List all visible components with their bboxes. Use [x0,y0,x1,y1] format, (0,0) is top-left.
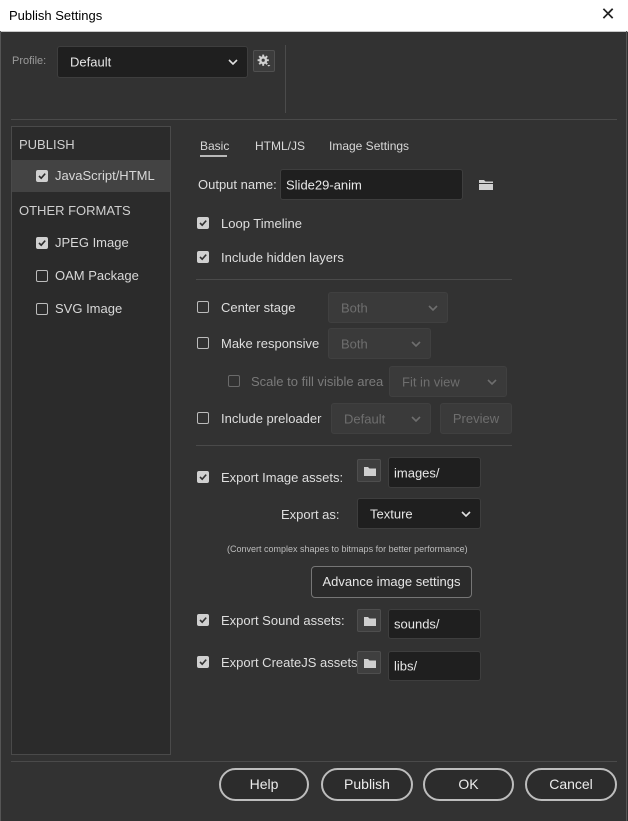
export-image-checkbox[interactable] [197,471,209,483]
output-name-field[interactable]: Slide29-anim [280,169,463,200]
check-icon [199,220,207,227]
sidebar-item-label: OAM Package [55,268,139,283]
export-note: (Convert complex shapes to bitmaps for b… [227,544,468,554]
profile-value: Default [70,54,112,70]
center-stage-checkbox[interactable] [197,301,209,313]
check-icon [199,474,207,481]
preloader-value: Default [344,411,386,426]
profile-options-button[interactable] [253,50,275,72]
javascript-html-checkbox[interactable] [36,170,48,182]
svg-image-checkbox[interactable] [36,303,48,315]
ok-button[interactable]: OK [423,768,514,801]
check-icon [38,240,46,247]
sidebar-item-label: SVG Image [55,301,123,316]
center-stage-label: Center stage [221,300,296,315]
check-icon [38,173,46,180]
gear-icon [257,54,271,67]
export-sound-label: Export Sound assets: [221,613,345,628]
check-icon [199,617,207,624]
top-divider [11,119,617,120]
createjs-path-field[interactable]: libs/ [388,651,481,681]
other-formats-heading: OTHER FORMATS [19,203,131,218]
check-icon [199,254,207,261]
include-preloader-label: Include preloader [221,411,322,426]
sidebar-item-oam-package[interactable]: OAM Package [12,260,170,292]
createjs-path-value: libs/ [394,658,418,674]
sidebar-item-label: JavaScript/HTML [55,168,155,183]
export-as-dropdown[interactable]: Texture [357,498,481,529]
check-icon [199,659,207,666]
publish-heading: PUBLISH [19,137,75,152]
chevron-down-icon [228,59,238,66]
tab-html-js[interactable]: HTML/JS [255,139,305,153]
sound-path-value: sounds/ [394,616,440,632]
preloader-dropdown[interactable]: Default [331,403,431,434]
scale-fill-label: Scale to fill visible area [251,374,384,389]
publish-button[interactable]: Publish [321,768,413,801]
image-folder-button[interactable] [357,459,381,482]
scale-fill-value: Fit in view [402,374,460,389]
window-title: Publish Settings [9,8,103,23]
tab-active-indicator [200,155,227,157]
center-stage-dropdown[interactable]: Both [328,292,448,323]
sound-folder-button[interactable] [357,609,381,632]
oam-package-checkbox[interactable] [36,270,48,282]
tab-basic[interactable]: Basic [200,139,229,153]
profile-divider [285,45,286,113]
sidebar-item-javascript-html[interactable]: JavaScript/HTML [12,160,170,192]
export-createjs-label: Export CreateJS assets: [221,655,362,670]
title-bar: Publish Settings ✕ [0,0,628,32]
export-as-label: Export as: [281,507,340,522]
scale-fill-dropdown[interactable]: Fit in view [389,366,507,397]
export-image-label: Export Image assets: [221,470,344,485]
section-divider [196,445,512,446]
preview-button[interactable]: Preview [440,403,512,434]
chevron-down-icon [411,340,421,347]
cancel-button[interactable]: Cancel [525,768,617,801]
include-preloader-checkbox[interactable] [197,412,209,424]
chevron-down-icon [461,510,471,517]
export-as-value: Texture [370,506,413,521]
loop-timeline-label: Loop Timeline [221,216,302,231]
sidebar-item-svg-image[interactable]: SVG Image [12,293,170,325]
output-name-value: Slide29-anim [286,177,362,192]
folder-icon [364,467,376,476]
tab-image-settings[interactable]: Image Settings [329,139,409,153]
image-path-value: images/ [394,465,440,480]
profile-label: Profile: [12,55,47,67]
help-button[interactable]: Help [219,768,309,801]
chevron-down-icon [487,378,497,385]
image-path-field[interactable]: images/ [388,457,481,488]
profile-dropdown[interactable]: Default [57,46,248,78]
folder-icon [364,659,376,668]
footer-divider [11,761,617,762]
center-stage-value: Both [341,300,368,315]
close-icon[interactable]: ✕ [598,4,618,24]
createjs-folder-button[interactable] [357,651,381,674]
make-responsive-dropdown[interactable]: Both [328,328,431,359]
output-name-label: Output name: [198,177,277,192]
sound-path-field[interactable]: sounds/ [388,609,481,639]
loop-timeline-checkbox[interactable] [197,217,209,229]
chevron-down-icon [428,304,438,311]
include-hidden-label: Include hidden layers [221,250,344,265]
make-responsive-label: Make responsive [221,336,320,351]
folder-icon[interactable] [478,178,494,191]
export-sound-checkbox[interactable] [197,614,209,626]
section-divider [196,279,512,280]
make-responsive-checkbox[interactable] [197,337,209,349]
advance-image-settings-button[interactable]: Advance image settings [311,566,472,598]
format-sidebar: PUBLISH JavaScript/HTML OTHER FORMATS JP… [11,126,171,755]
sidebar-item-jpeg-image[interactable]: JPEG Image [12,227,170,259]
chevron-down-icon [411,415,421,422]
jpeg-image-checkbox[interactable] [36,237,48,249]
folder-icon [364,617,376,626]
sidebar-item-label: JPEG Image [55,235,129,250]
scale-fill-checkbox[interactable] [228,375,240,387]
make-responsive-value: Both [341,336,368,351]
export-createjs-checkbox[interactable] [197,656,209,668]
include-hidden-checkbox[interactable] [197,251,209,263]
